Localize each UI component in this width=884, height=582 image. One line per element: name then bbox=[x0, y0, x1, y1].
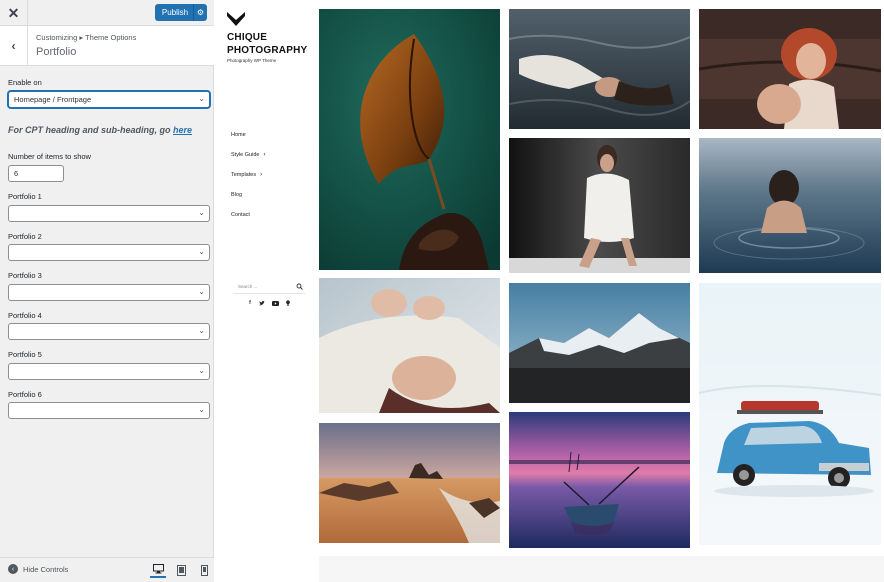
back-button[interactable]: ‹ bbox=[0, 26, 28, 66]
photo-boat-purple-lake[interactable] bbox=[509, 412, 690, 548]
gear-icon[interactable]: ⚙ bbox=[193, 4, 207, 21]
chevron-down-icon: ⌄ bbox=[198, 208, 205, 217]
cpt-note-text: For CPT heading and sub-heading, go bbox=[8, 125, 173, 135]
close-icon: ✕ bbox=[7, 4, 20, 21]
search-placeholder: Search ... bbox=[238, 284, 258, 289]
portfolio-4-select[interactable]: ⌄ bbox=[8, 323, 210, 340]
mobile-preview-button[interactable] bbox=[196, 562, 212, 578]
photo-woman-in-lake[interactable] bbox=[699, 138, 881, 273]
breadcrumb: Customizing ▸ Theme Options bbox=[36, 33, 137, 42]
section-header: ‹ Customizing ▸ Theme Options Portfolio bbox=[0, 26, 214, 66]
photo-woman-in-water[interactable] bbox=[509, 9, 690, 129]
hide-controls-label: Hide Controls bbox=[23, 564, 69, 574]
photo-dry-leaf[interactable] bbox=[319, 9, 500, 270]
section-title: Portfolio bbox=[36, 46, 77, 58]
facebook-icon[interactable]: f bbox=[246, 299, 254, 307]
items-count-label: Number of items to show bbox=[8, 152, 91, 161]
chevron-down-icon: ⌄ bbox=[198, 366, 205, 375]
chevron-right-icon: › bbox=[263, 152, 266, 158]
twitter-icon[interactable] bbox=[258, 299, 266, 307]
enable-on-value: Homepage / Frontpage bbox=[14, 95, 92, 104]
search-icon[interactable] bbox=[296, 283, 303, 290]
nav-templates-label: Templates bbox=[231, 172, 257, 178]
portfolio-5-label: Portfolio 5 bbox=[8, 350, 42, 359]
tablet-preview-button[interactable] bbox=[173, 562, 189, 578]
enable-on-label: Enable on bbox=[8, 78, 42, 87]
search-input[interactable]: Search ... bbox=[233, 280, 305, 294]
nav-contact[interactable]: Contact bbox=[231, 212, 250, 218]
nav-templates[interactable]: Templates › bbox=[231, 172, 262, 178]
hide-controls-button[interactable]: ‹ Hide Controls bbox=[8, 564, 68, 574]
portfolio-6-select[interactable]: ⌄ bbox=[8, 402, 210, 419]
nav-style-guide[interactable]: Style Guide › bbox=[231, 152, 265, 158]
site-tagline: Photography WP Theme bbox=[227, 58, 277, 63]
logo-icon[interactable] bbox=[227, 12, 245, 26]
portfolio-2-select[interactable]: ⌄ bbox=[8, 244, 210, 261]
photo-sunset-beach[interactable] bbox=[319, 423, 500, 543]
desktop-icon bbox=[152, 564, 164, 574]
chevron-down-icon: ⌄ bbox=[198, 247, 205, 256]
cpt-here-link[interactable]: here bbox=[173, 125, 192, 135]
rss-icon[interactable] bbox=[284, 299, 292, 307]
photo-woman-sweater-dress[interactable] bbox=[509, 138, 690, 273]
chevron-down-icon: ⌄ bbox=[198, 287, 205, 296]
portfolio-5-select[interactable]: ⌄ bbox=[8, 363, 210, 380]
chevron-down-icon: ⌄ bbox=[198, 326, 205, 335]
portfolio-1-label: Portfolio 1 bbox=[8, 192, 42, 201]
customizer-topbar: ✕ Publish ⚙ bbox=[0, 0, 214, 26]
items-count-input[interactable]: 6 bbox=[8, 165, 64, 182]
chevron-right-icon: › bbox=[260, 172, 263, 178]
portfolio-4-label: Portfolio 4 bbox=[8, 311, 42, 320]
nav-home[interactable]: Home bbox=[231, 132, 246, 138]
customizer-footer: ‹ Hide Controls bbox=[0, 557, 214, 582]
desktop-preview-button[interactable] bbox=[150, 562, 166, 578]
site-title-line1: CHIQUE bbox=[227, 32, 268, 43]
enable-on-select[interactable]: Homepage / Frontpage ⌄ bbox=[8, 91, 210, 108]
portfolio-6-label: Portfolio 6 bbox=[8, 390, 42, 399]
site-title-line2: PHOTOGRAPHY bbox=[227, 45, 308, 56]
publish-button[interactable]: Publish ⚙ bbox=[155, 4, 207, 21]
youtube-icon[interactable] bbox=[271, 299, 279, 307]
cpt-note: For CPT heading and sub-heading, go here bbox=[8, 125, 192, 135]
customizer-panel: ✕ Publish ⚙ ‹ Customizing ▸ Theme Option… bbox=[0, 0, 214, 582]
tablet-icon bbox=[176, 564, 186, 576]
chevron-down-icon: ⌄ bbox=[198, 405, 205, 414]
portfolio-3-select[interactable]: ⌄ bbox=[8, 284, 210, 301]
nav-home-label: Home bbox=[231, 132, 246, 138]
portfolio-3-label: Portfolio 3 bbox=[8, 271, 42, 280]
photo-woman-lying-sweater[interactable] bbox=[319, 278, 500, 413]
site-title[interactable]: CHIQUE PHOTOGRAPHY bbox=[227, 31, 313, 57]
gallery-footer-strip bbox=[319, 556, 884, 582]
photo-blue-car[interactable] bbox=[699, 283, 881, 545]
nav-blog-label: Blog bbox=[231, 192, 243, 198]
chevron-down-icon: ⌄ bbox=[198, 94, 205, 103]
mobile-icon bbox=[200, 564, 208, 576]
nav-contact-label: Contact bbox=[231, 212, 250, 218]
close-button[interactable]: ✕ bbox=[0, 0, 28, 26]
chevron-left-icon: ‹ bbox=[11, 39, 16, 53]
collapse-icon: ‹ bbox=[8, 564, 18, 574]
photo-redhead-woman[interactable] bbox=[699, 9, 881, 129]
nav-style-guide-label: Style Guide bbox=[231, 152, 260, 158]
publish-label: Publish bbox=[161, 8, 189, 17]
nav-blog[interactable]: Blog bbox=[231, 192, 242, 198]
portfolio-1-select[interactable]: ⌄ bbox=[8, 205, 210, 222]
portfolio-2-label: Portfolio 2 bbox=[8, 232, 42, 241]
photo-mountain-peaks[interactable] bbox=[509, 283, 690, 403]
